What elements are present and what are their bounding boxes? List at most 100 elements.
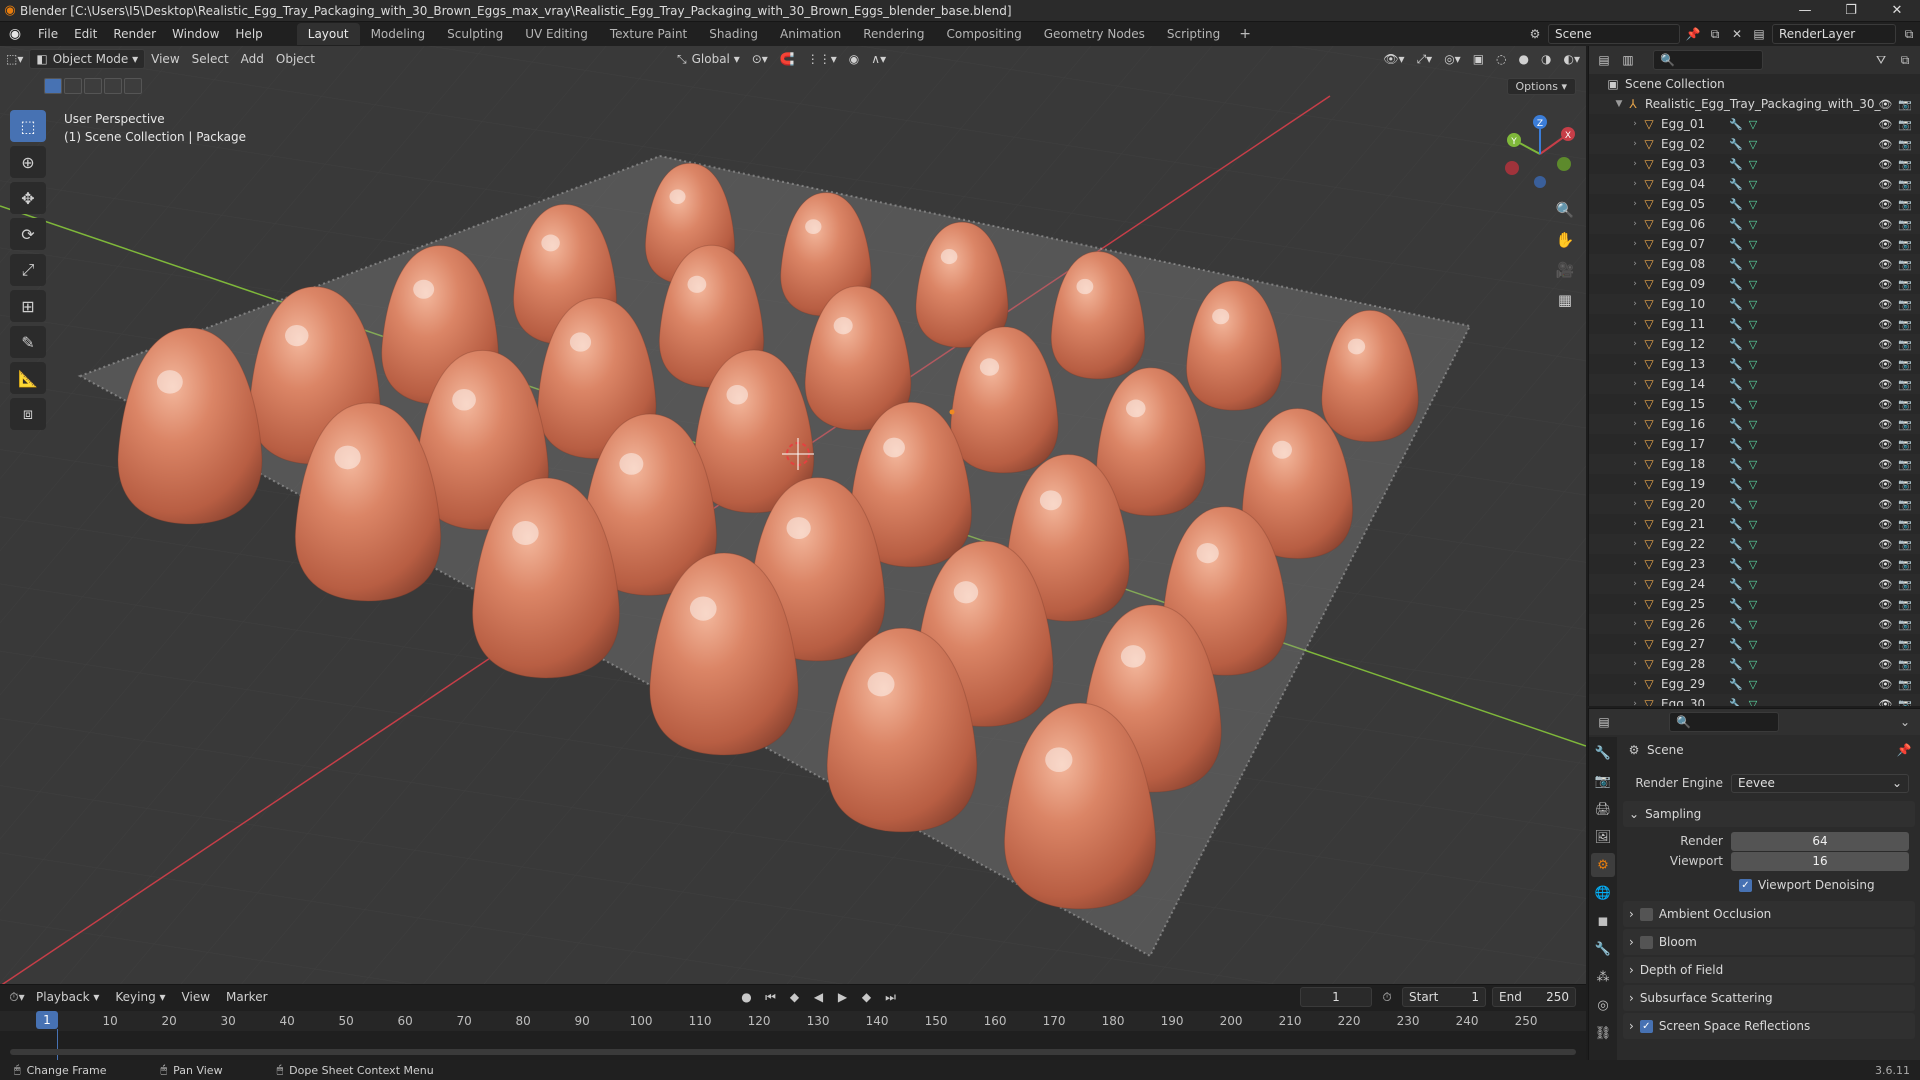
eye-icon[interactable]: 👁 [1878, 338, 1892, 351]
outliner-item[interactable]: › ▽ Egg_26 🔧 ▽ 👁 📷 [1589, 614, 1920, 634]
eye-icon[interactable]: 👁 [1878, 558, 1892, 571]
outliner-item[interactable]: › ▽ Egg_25 🔧 ▽ 👁 📷 [1589, 594, 1920, 614]
outliner-item[interactable]: › ▽ Egg_23 🔧 ▽ 👁 📷 [1589, 554, 1920, 574]
blender-menu-icon[interactable]: ◉ [0, 26, 30, 42]
select-invert-icon[interactable] [104, 78, 122, 94]
cursor-icon[interactable]: ⊕ [10, 146, 46, 178]
expand-arrow-icon[interactable]: › [1629, 619, 1641, 629]
select-new-icon[interactable] [44, 78, 62, 94]
viewport-samples-field[interactable]: 16 [1731, 851, 1909, 871]
camera-icon[interactable]: 📷 [1898, 118, 1912, 131]
outliner-item[interactable]: › ▽ Egg_07 🔧 ▽ 👁 📷 [1589, 234, 1920, 254]
timeline-menu-view[interactable]: View [176, 990, 216, 1004]
outliner-item[interactable]: › ▽ Egg_22 🔧 ▽ 👁 📷 [1589, 534, 1920, 554]
eye-icon[interactable]: 👁 [1878, 618, 1892, 631]
timeline-menu-playback[interactable]: Playback ▾ [30, 990, 105, 1004]
options-dropdown[interactable]: Options ▾ [1506, 78, 1576, 95]
expand-arrow-icon[interactable]: › [1629, 559, 1641, 569]
shading-rendered-icon[interactable]: ◐▾ [1558, 49, 1587, 69]
workspace-tab-sculpting[interactable]: Sculpting [436, 23, 514, 45]
expand-arrow-icon[interactable]: › [1629, 459, 1641, 469]
view-layer-selector[interactable]: RenderLayer [1772, 24, 1896, 44]
editor-type-icon[interactable]: ▤ [1595, 51, 1613, 69]
outliner-item[interactable]: › ▽ Egg_18 🔧 ▽ 👁 📷 [1589, 454, 1920, 474]
viewport-denoising-checkbox[interactable]: ✓ Viewport Denoising [1619, 875, 1919, 895]
viewport-menu-view[interactable]: View [145, 49, 185, 69]
camera-icon[interactable]: 📷 [1898, 538, 1912, 551]
camera-icon[interactable]: 📷 [1898, 138, 1912, 151]
xray-icon[interactable]: ▣ [1467, 49, 1490, 69]
camera-icon[interactable]: 📷 [1898, 678, 1912, 691]
timeline-ruler[interactable]: 10 20 30 40 50 60 70 80 90 100 110 120 130 140 150 160 1… [0, 1011, 1586, 1031]
editor-type-icon[interactable]: ▤ [1595, 713, 1613, 731]
expand-arrow-icon[interactable]: › [1629, 699, 1641, 706]
eye-icon[interactable]: 👁 [1878, 378, 1892, 391]
eye-icon[interactable]: 👁 [1878, 258, 1892, 271]
camera-icon[interactable]: 📷 [1898, 418, 1912, 431]
expand-arrow-icon[interactable]: › [1629, 179, 1641, 189]
stopwatch-icon[interactable]: ⏱ [1378, 988, 1396, 1006]
outliner-item[interactable]: › ▽ Egg_09 🔧 ▽ 👁 📷 [1589, 274, 1920, 294]
new-collection-icon[interactable]: ⧉ [1896, 51, 1914, 69]
expand-arrow-icon[interactable]: › [1629, 599, 1641, 609]
expand-arrow-icon[interactable]: › [1629, 339, 1641, 349]
expand-arrow-icon[interactable]: › [1629, 199, 1641, 209]
expand-arrow-icon[interactable]: › [1629, 119, 1641, 129]
expand-arrow-icon[interactable]: › [1629, 499, 1641, 509]
shading-wireframe-icon[interactable]: ◌ [1490, 49, 1512, 69]
jump-start-icon[interactable]: ⏮ [762, 988, 780, 1006]
tool-tab-icon[interactable]: 🔧 [1591, 741, 1615, 765]
camera-icon[interactable]: 📷 [1898, 518, 1912, 531]
snap-icon[interactable]: 🧲 [774, 49, 801, 69]
shading-material-icon[interactable]: ◑ [1535, 49, 1557, 69]
new-scene-icon[interactable]: ⧉ [1706, 25, 1724, 43]
mode-selector[interactable]: ◧ Object Mode ▾ [29, 49, 146, 69]
workspace-tab-layout[interactable]: Layout [296, 23, 360, 45]
expand-arrow-icon[interactable]: › [1629, 419, 1641, 429]
expand-arrow-icon[interactable]: › [1629, 439, 1641, 449]
object-tab-icon[interactable]: ◼ [1591, 909, 1615, 933]
eye-icon[interactable]: 👁 [1878, 298, 1892, 311]
eye-icon[interactable]: 👁 [1878, 358, 1892, 371]
camera-icon[interactable]: 📷 [1898, 258, 1912, 271]
camera-icon[interactable]: 📷 [1898, 358, 1912, 371]
section-subsurface-scattering[interactable]: › Subsurface Scattering [1623, 985, 1915, 1011]
eye-icon[interactable]: 👁 [1878, 678, 1892, 691]
outliner-item[interactable]: › ▽ Egg_08 🔧 ▽ 👁 📷 [1589, 254, 1920, 274]
jump-keyframe-back-icon[interactable]: ◆ [786, 988, 804, 1006]
scale-icon[interactable]: ⤢ [10, 254, 46, 286]
eye-icon[interactable]: 👁 [1878, 178, 1892, 191]
3d-viewport[interactable]: ⬚▾ ◧ Object Mode ▾ View Select Add Object… [0, 46, 1586, 984]
section-checkbox[interactable] [1639, 907, 1653, 921]
camera-icon[interactable]: 📷 [1898, 578, 1912, 591]
close-button[interactable]: ✕ [1874, 0, 1920, 22]
delete-scene-icon[interactable]: ✕ [1728, 25, 1746, 43]
rotate-icon[interactable]: ⟳ [10, 218, 46, 250]
workspace-tab-shading[interactable]: Shading [698, 23, 769, 45]
eye-icon[interactable]: 👁 [1878, 118, 1892, 131]
annotate-icon[interactable]: ✎ [10, 326, 46, 358]
end-frame-field[interactable]: End 250 [1492, 987, 1576, 1007]
expand-arrow-icon[interactable]: › [1629, 359, 1641, 369]
camera-icon[interactable]: 📷 [1898, 698, 1912, 707]
camera-icon[interactable]: 📷 [1898, 458, 1912, 471]
scene-selector[interactable]: Scene [1548, 24, 1680, 44]
workspace-tab-animation[interactable]: Animation [769, 23, 852, 45]
outliner-item[interactable]: › ▽ Egg_17 🔧 ▽ 👁 📷 [1589, 434, 1920, 454]
camera-icon[interactable]: 📷 [1898, 298, 1912, 311]
outliner-root[interactable]: ▣ Scene Collection [1589, 74, 1920, 94]
options-chevron-icon[interactable]: ⌄ [1896, 713, 1914, 731]
expand-arrow-icon[interactable]: › [1629, 659, 1641, 669]
current-frame-field[interactable]: 1 [1300, 987, 1372, 1007]
navigation-gizmo[interactable]: X Y Z [1498, 112, 1582, 196]
outliner-item[interactable]: › ▽ Egg_12 🔧 ▽ 👁 📷 [1589, 334, 1920, 354]
select-extend-icon[interactable] [64, 78, 82, 94]
eye-icon[interactable]: 👁 [1878, 578, 1892, 591]
menu-help[interactable]: Help [227, 22, 270, 46]
camera-icon[interactable]: 📷 [1898, 198, 1912, 211]
overlays-icon[interactable]: ◎▾ [1438, 49, 1467, 69]
eye-icon[interactable]: 👁 [1878, 538, 1892, 551]
outliner-item[interactable]: › ▽ Egg_11 🔧 ▽ 👁 📷 [1589, 314, 1920, 334]
camera-icon[interactable]: 📷 [1898, 278, 1912, 291]
transform-icon[interactable]: ⊞ [10, 290, 46, 322]
